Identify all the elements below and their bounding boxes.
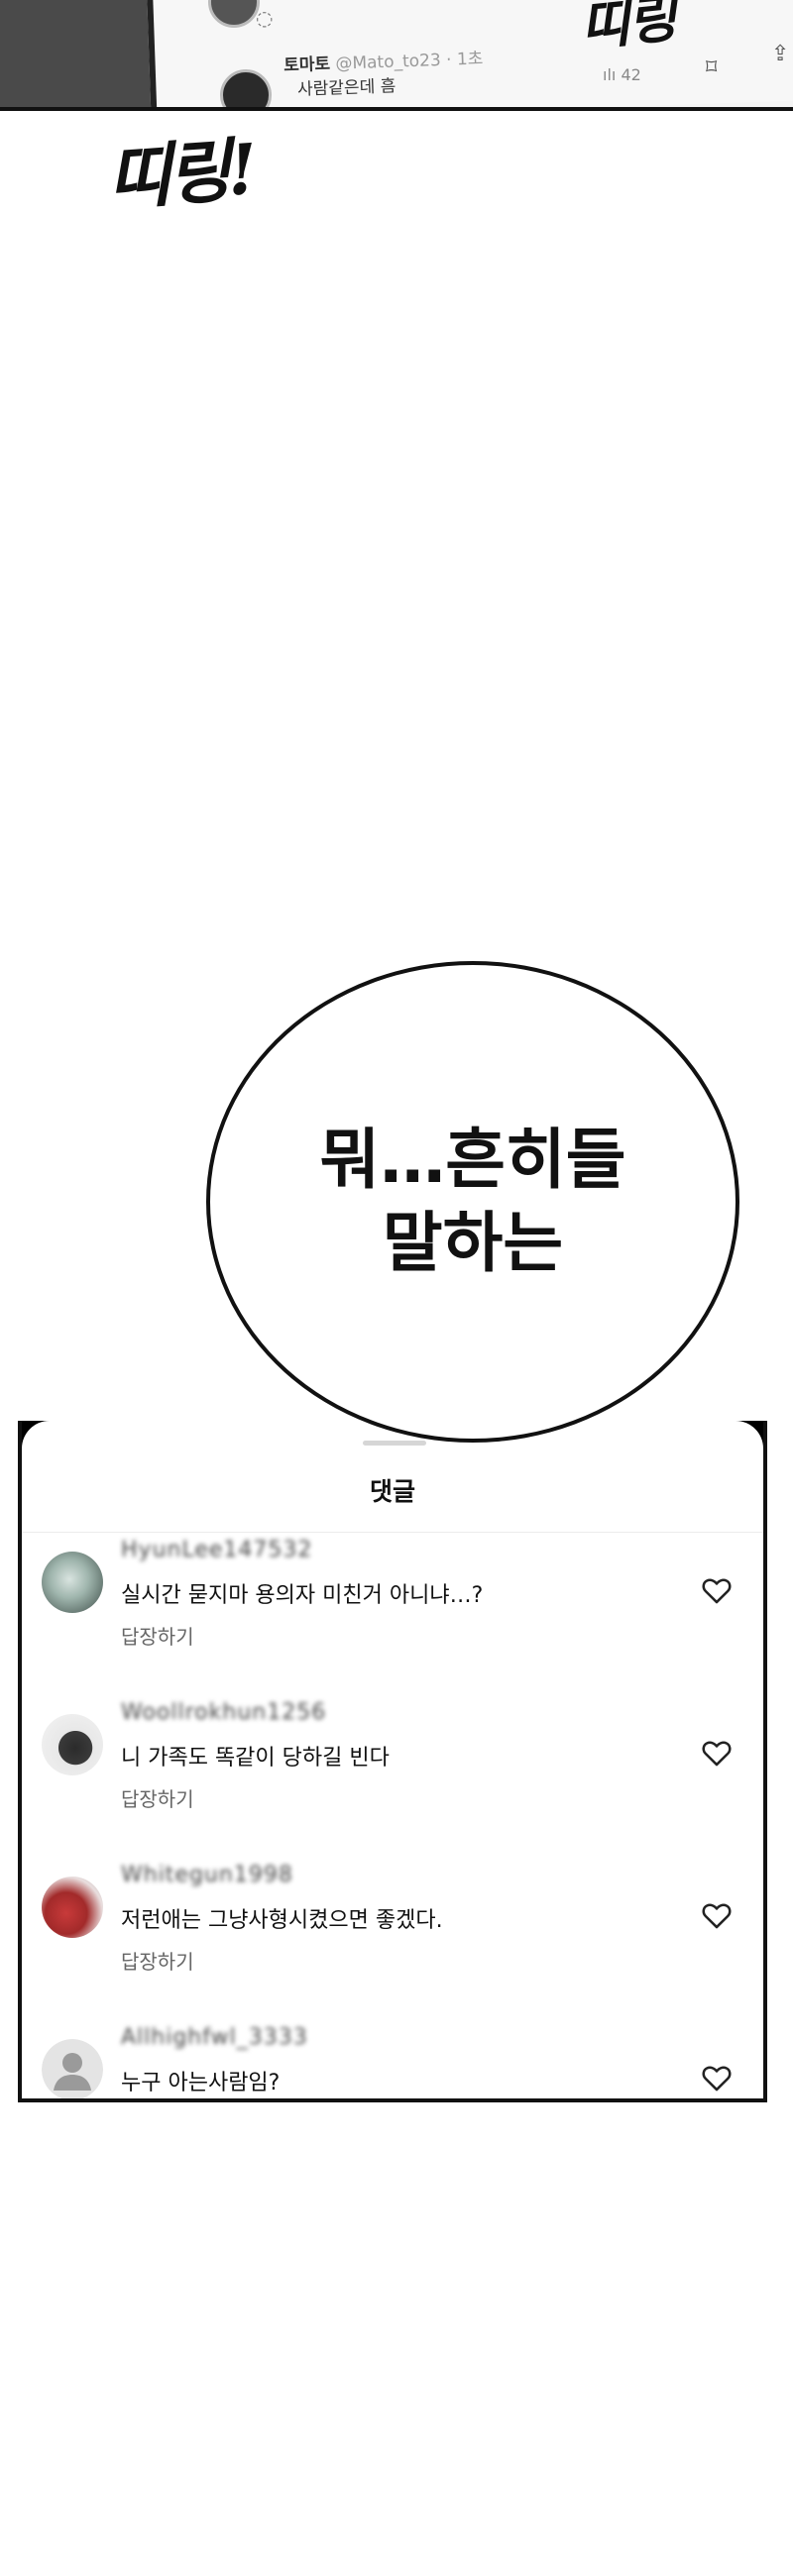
speech-bubble: 뭐…흔히들 말하는	[206, 961, 739, 1443]
heart-icon[interactable]	[700, 2061, 734, 2094]
comments-panel: 댓글 HyunLee147532 실시간 묻지마 용의자 미친거 아니냐…? 답…	[18, 1421, 767, 2102]
comment-username[interactable]: Whitegun1998	[121, 1863, 293, 1887]
reply-button[interactable]: 답장하기	[121, 1946, 194, 1975]
comments-sheet: 댓글 HyunLee147532 실시간 묻지마 용의자 미친거 아니냐…? 답…	[22, 1421, 763, 2098]
comment-text: 니 가족도 똑같이 당하길 빈다	[121, 1746, 390, 1771]
heart-icon[interactable]	[700, 1736, 734, 1770]
bookmark-icon: ⌑	[706, 55, 718, 80]
comment-text: 누구 아는사람임?	[121, 2071, 281, 2095]
sheet-grabber-handle[interactable]	[363, 1441, 426, 1446]
sound-effect-main: 띠링!	[104, 127, 257, 221]
comment-text: 저런애는 그냥사형시켰으면 좋겠다.	[121, 1908, 443, 1933]
views-count: ılı 42	[603, 65, 641, 84]
avatar[interactable]	[42, 1877, 103, 1938]
panel-border	[0, 107, 793, 111]
comment-item: Woollrokhun1256 니 가족도 똑같이 당하길 빈다 답장하기	[22, 1700, 763, 1849]
comment-text: 실시간 묻지마 용의자 미친거 아니냐…?	[121, 1583, 484, 1608]
dark-background	[0, 0, 151, 111]
avatar[interactable]	[42, 1714, 103, 1775]
comment-username[interactable]: HyunLee147532	[121, 1538, 312, 1562]
speech-line-1: 뭐…흔히들	[319, 1122, 626, 1198]
reply-button[interactable]: 답장하기	[121, 1783, 194, 1812]
reply-button[interactable]: 답장하기	[121, 1621, 194, 1650]
sound-effect-top: 띠링	[577, 0, 678, 58]
divider	[22, 1532, 763, 1533]
tweet-text: 사람같은데 흠	[296, 76, 396, 100]
phone-screenshot-strip: ◌ 토마토 @Mato_to23 · 1초 사람같은데 흠 ılı 42 ⌑ ⇪…	[0, 0, 793, 111]
comment-item: HyunLee147532 실시간 묻지마 용의자 미친거 아니냐…? 답장하기	[22, 1538, 763, 1686]
tweet-user-name: 토마토	[283, 54, 331, 76]
chat-bubble-icon: ◌	[256, 6, 274, 30]
comment-item: Allhighfwl_3333 누구 아는사람임?	[22, 2025, 763, 2098]
speech-line-2: 말하는	[382, 1205, 564, 1281]
heart-icon[interactable]	[700, 1573, 734, 1607]
comment-username[interactable]: Allhighfwl_3333	[121, 2025, 308, 2050]
views-icon: ılı	[603, 65, 617, 84]
default-avatar-icon[interactable]	[42, 2039, 103, 2098]
comment-username[interactable]: Woollrokhun1256	[121, 1700, 326, 1725]
heart-icon[interactable]	[700, 1898, 734, 1932]
comment-item: Whitegun1998 저런애는 그냥사형시켰으면 좋겠다. 답장하기	[22, 1863, 763, 2011]
avatar[interactable]	[42, 1552, 103, 1613]
sheet-title: 댓글	[369, 1477, 415, 1506]
share-icon: ⇪	[771, 42, 790, 66]
